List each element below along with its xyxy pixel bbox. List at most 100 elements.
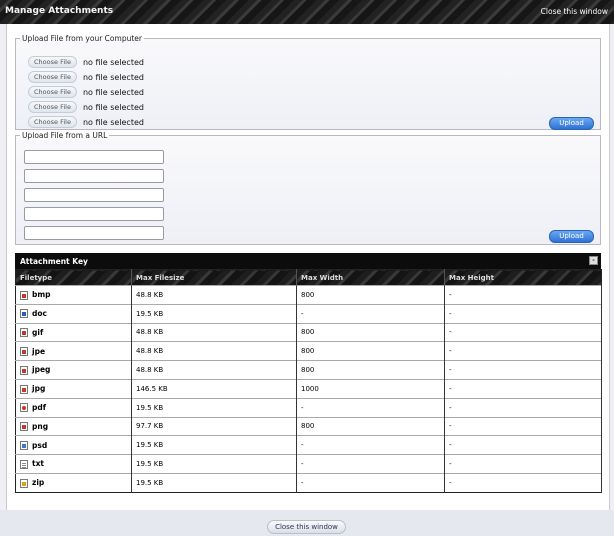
image-file-icon: [20, 422, 28, 432]
pdf-file-icon: [20, 403, 28, 413]
filetype-cell: txt: [15, 454, 132, 474]
url-input[interactable]: [24, 226, 164, 240]
file-status: no file selected: [82, 117, 144, 127]
file-status: no file selected: [82, 87, 144, 97]
choose-file-button[interactable]: Choose File: [28, 101, 77, 113]
max-filesize-cell: 19.5 KB: [131, 454, 297, 474]
table-row: jpeg 48.8 KB 800 -: [15, 360, 602, 380]
close-window-button[interactable]: Close this window: [267, 520, 346, 534]
column-header: Max Width: [296, 269, 445, 286]
max-filesize-cell: 48.8 KB: [131, 360, 297, 380]
table-row: png 97.7 KB 800 -: [15, 416, 602, 436]
max-filesize-cell: 19.5 KB: [131, 303, 297, 324]
section-legend: Upload File from a URL: [22, 131, 108, 140]
image-file-icon: [20, 328, 28, 338]
max-height-cell: -: [444, 416, 602, 436]
column-header: Max Height: [444, 269, 602, 286]
file-status: no file selected: [82, 57, 144, 67]
url-input[interactable]: [24, 188, 164, 202]
file-input-row: Choose File no file selected: [28, 71, 144, 83]
max-width-cell: -: [296, 454, 445, 474]
window-title: Manage Attachments: [5, 6, 114, 16]
max-height-cell: -: [444, 341, 602, 361]
attachment-key-title: Attachment Key: [20, 257, 88, 266]
file-status: no file selected: [82, 72, 144, 82]
table-row: bmp 48.8 KB 800 -: [15, 285, 602, 305]
filetype-cell: png: [15, 416, 132, 436]
url-input[interactable]: [24, 150, 164, 164]
table-row: jpg 146.5 KB 1000 -: [15, 378, 602, 399]
max-height-cell: -: [444, 435, 602, 455]
filetype-label: png: [32, 421, 49, 431]
content-panel: Upload File from your Computer Choose Fi…: [6, 24, 610, 510]
max-width-cell: 1000: [296, 378, 445, 399]
psd-file-icon: [20, 441, 28, 451]
max-width-cell: -: [296, 303, 445, 324]
collapse-toggle-icon[interactable]: -: [589, 256, 598, 265]
file-input-row: Choose File no file selected: [28, 101, 144, 113]
max-width-cell: 800: [296, 285, 445, 305]
filetype-label: gif: [32, 327, 44, 337]
filetype-label: psd: [32, 440, 48, 450]
word-doc-icon: [20, 309, 28, 319]
max-width-cell: -: [296, 397, 445, 418]
filetype-cell: jpg: [15, 378, 132, 399]
attachment-key-header: Attachment Key -: [15, 253, 601, 269]
filetype-cell: pdf: [15, 397, 132, 418]
filetype-cell: doc: [15, 303, 132, 324]
url-input[interactable]: [24, 207, 164, 221]
file-input-row: Choose File no file selected: [28, 116, 144, 128]
max-height-cell: -: [444, 454, 602, 474]
max-filesize-cell: 19.5 KB: [131, 397, 297, 418]
max-filesize-cell: 19.5 KB: [131, 435, 297, 455]
image-file-icon: [20, 347, 28, 357]
title-bar: Manage Attachments Close this window: [0, 0, 614, 24]
max-width-cell: -: [296, 472, 445, 493]
table-row: doc 19.5 KB - -: [15, 303, 602, 324]
filetype-label: bmp: [32, 290, 51, 300]
table-row: jpe 48.8 KB 800 -: [15, 341, 602, 361]
filetype-label: txt: [32, 459, 45, 469]
choose-file-button[interactable]: Choose File: [28, 71, 77, 83]
filetype-cell: bmp: [15, 285, 132, 305]
column-header: Filetype: [15, 269, 132, 286]
url-input[interactable]: [24, 169, 164, 183]
close-window-link[interactable]: Close this window: [541, 7, 608, 16]
choose-file-button[interactable]: Choose File: [28, 56, 77, 68]
upload-from-url-section: Upload File from a URL Upload: [15, 131, 601, 245]
image-file-icon: [20, 290, 28, 300]
filetype-label: jpg: [32, 384, 46, 394]
file-input-row: Choose File no file selected: [28, 86, 144, 98]
footer-bar: Close this window: [0, 510, 614, 536]
column-header: Max Filesize: [131, 269, 297, 286]
table-row: psd 19.5 KB - -: [15, 435, 602, 455]
attachment-key-table: Filetype Max Filesize Max Width Max Heig…: [15, 269, 602, 493]
max-height-cell: -: [444, 285, 602, 305]
max-filesize-cell: 48.8 KB: [131, 341, 297, 361]
filetype-cell: jpe: [15, 341, 132, 361]
choose-file-button[interactable]: Choose File: [28, 86, 77, 98]
max-height-cell: -: [444, 397, 602, 418]
max-width-cell: 800: [296, 360, 445, 380]
zip-file-icon: [20, 478, 28, 488]
upload-url-button[interactable]: Upload: [549, 230, 594, 243]
max-width-cell: -: [296, 435, 445, 455]
upload-file-button[interactable]: Upload: [549, 117, 594, 130]
filetype-label: jpe: [32, 346, 46, 356]
filetype-cell: zip: [15, 472, 132, 493]
filetype-label: jpeg: [32, 365, 51, 375]
table-row: gif 48.8 KB 800 -: [15, 322, 602, 342]
max-filesize-cell: 97.7 KB: [131, 416, 297, 436]
max-filesize-cell: 48.8 KB: [131, 322, 297, 342]
max-height-cell: -: [444, 472, 602, 493]
table-header-row: Filetype Max Filesize Max Width Max Heig…: [15, 269, 602, 286]
filetype-cell: gif: [15, 322, 132, 342]
max-height-cell: -: [444, 378, 602, 399]
choose-file-button[interactable]: Choose File: [28, 116, 77, 128]
max-filesize-cell: 146.5 KB: [131, 378, 297, 399]
max-width-cell: 800: [296, 322, 445, 342]
filetype-cell: jpeg: [15, 360, 132, 380]
table-row: txt 19.5 KB - -: [15, 454, 602, 474]
filetype-label: zip: [32, 478, 45, 488]
filetype-label: pdf: [32, 402, 47, 412]
